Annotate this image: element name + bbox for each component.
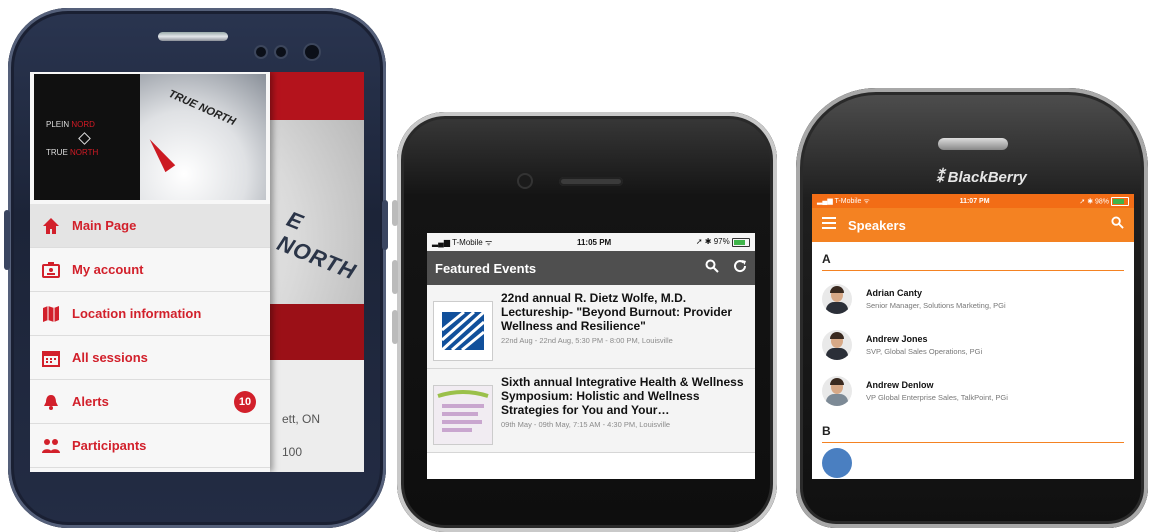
side-button — [392, 310, 398, 344]
avatar — [822, 448, 852, 478]
logo-text: NORTH — [70, 148, 99, 157]
menu-item-participants[interactable]: Participants — [30, 424, 270, 468]
avatar — [822, 330, 852, 360]
speaker-list-item[interactable]: Andrew Denlow VP Global Enterprise Sales… — [812, 368, 1134, 414]
sensor — [256, 47, 266, 57]
android-phone: E NORTH ett, ON 100 PLEIN NORD TRUE NORT… — [4, 0, 388, 528]
menu-item-label: All sessions — [72, 350, 148, 365]
battery-status: ➚ ✱ 98% — [1079, 196, 1129, 206]
header-caption: TRUE NORTH — [166, 87, 238, 129]
speaker-role: SVP, Global Sales Operations, PGi — [866, 347, 983, 356]
event-logo — [433, 301, 493, 361]
background-text: ett, ON — [282, 412, 321, 426]
front-camera — [305, 45, 319, 59]
battery-status: ➚ ✱ 97% — [696, 237, 750, 247]
event-list-item[interactable]: Sixth annual Integrative Health & Wellne… — [427, 369, 755, 453]
battery-icon — [1110, 196, 1129, 206]
status-bar: ▂▄▆ T-Mobile ᯤ 11:07 PM ➚ ✱ 98% — [812, 194, 1134, 208]
logo-text: NORD — [71, 120, 95, 129]
side-button — [392, 200, 398, 226]
event-meta: 09th May - 09th May, 7:15 AM - 4:30 PM, … — [501, 420, 671, 429]
drawer-header-image: PLEIN NORD TRUE NORTH TRUE NORTH — [34, 74, 266, 200]
navigation-drawer[interactable]: PLEIN NORD TRUE NORTH TRUE NORTH Main Pa… — [30, 72, 270, 472]
avatar — [822, 284, 852, 314]
menu-item-label: Alerts — [72, 394, 109, 409]
bell-icon — [30, 393, 72, 411]
event-title: 22nd annual R. Dietz Wolfe, M.D. Lecture… — [501, 291, 733, 333]
blackberry-screen: ▂▄▆ T-Mobile ᯤ 11:07 PM ➚ ✱ 98% Speakers… — [812, 194, 1134, 479]
section-header: A — [812, 242, 1134, 276]
diamond-icon — [78, 132, 91, 145]
menu-item-my-account[interactable]: My account — [30, 248, 270, 292]
speaker-role: Senior Manager, Solutions Marketing, PGi — [866, 301, 1006, 310]
drawer-menu: Main Page My account Location informatio… — [30, 204, 270, 468]
menu-item-alerts[interactable]: Alerts 10 — [30, 380, 270, 424]
side-button — [382, 200, 388, 250]
speaker-role: VP Global Enterprise Sales, TalkPoint, P… — [866, 393, 1008, 402]
page-title: Featured Events — [435, 260, 537, 276]
true-north-logo: PLEIN NORD TRUE NORTH — [34, 74, 140, 200]
menu-item-label: My account — [72, 262, 144, 277]
app-toolbar: Speakers — [812, 208, 1134, 242]
menu-item-label: Participants — [72, 438, 147, 453]
alerts-count-badge: 10 — [234, 391, 256, 413]
home-icon — [30, 217, 72, 235]
search-icon[interactable] — [705, 259, 719, 278]
carrier-label: ▂▄▆ T-Mobile ᯤ — [817, 197, 870, 205]
menu-item-location-information[interactable]: Location information — [30, 292, 270, 336]
carrier-label: ▂▄▆ T-Mobile ᯤ — [432, 237, 493, 247]
status-bar: ▂▄▆ T-Mobile ᯤ 11:05 PM ➚ ✱ 97% — [427, 233, 755, 251]
event-title: Sixth annual Integrative Health & Wellne… — [501, 375, 744, 417]
side-button — [4, 210, 10, 270]
speaker-list-item[interactable]: Adrian Canty Senior Manager, Solutions M… — [812, 276, 1134, 322]
hamburger-menu-icon[interactable] — [822, 216, 836, 234]
menu-item-main-page[interactable]: Main Page — [30, 204, 270, 248]
logo-text: PLEIN — [46, 120, 70, 129]
menu-item-label: Location information — [72, 306, 202, 321]
battery-icon — [731, 237, 750, 247]
speaker-list-item[interactable] — [812, 448, 1134, 478]
earpiece-speaker — [559, 177, 623, 186]
earpiece-speaker — [158, 32, 228, 41]
android-screen: E NORTH ett, ON 100 PLEIN NORD TRUE NORT… — [30, 72, 364, 472]
speaker-name: Andrew Denlow — [866, 380, 934, 390]
earpiece-speaker — [938, 138, 1008, 150]
iphone-screen: ▂▄▆ T-Mobile ᯤ 11:05 PM ➚ ✱ 97% Featured… — [427, 233, 755, 479]
clock: 11:07 PM — [959, 197, 990, 205]
speaker-list-item[interactable]: Andrew Jones SVP, Global Sales Operation… — [812, 322, 1134, 368]
speaker-name: Andrew Jones — [866, 334, 928, 344]
iphone: ▂▄▆ T-Mobile ᯤ 11:05 PM ➚ ✱ 97% Featured… — [392, 100, 782, 532]
section-header: B — [812, 414, 1134, 448]
refresh-icon[interactable] — [733, 259, 747, 278]
compass-needle-icon — [144, 135, 176, 173]
blackberry-logo: ⁑ BlackBerry — [936, 169, 1027, 186]
side-button — [392, 260, 398, 294]
clock: 11:05 PM — [576, 237, 612, 247]
page-title: Speakers — [848, 217, 906, 233]
blackberry-phone: ⁑ BlackBerry ▂▄▆ T-Mobile ᯤ 11:07 PM ➚ ✱… — [796, 88, 1153, 528]
logo-text: TRUE — [46, 148, 68, 157]
event-list-item[interactable]: 22nd annual R. Dietz Wolfe, M.D. Lecture… — [427, 285, 755, 369]
map-icon — [30, 305, 72, 323]
search-icon[interactable] — [1111, 216, 1124, 234]
account-card-icon — [30, 261, 72, 279]
banner-caption: E NORTH — [273, 206, 360, 285]
calendar-icon — [30, 349, 72, 367]
front-camera — [519, 175, 531, 187]
event-meta: 22nd Aug - 22nd Aug, 5:30 PM - 8:00 PM, … — [501, 336, 673, 345]
background-text: 100 — [282, 445, 303, 459]
app-toolbar: Featured Events — [427, 251, 755, 285]
speaker-name: Adrian Canty — [866, 288, 923, 298]
menu-item-all-sessions[interactable]: All sessions — [30, 336, 270, 380]
sensor — [276, 47, 286, 57]
menu-item-label: Main Page — [72, 218, 137, 233]
avatar — [822, 376, 852, 406]
people-icon — [30, 437, 72, 455]
event-logo — [433, 385, 493, 445]
